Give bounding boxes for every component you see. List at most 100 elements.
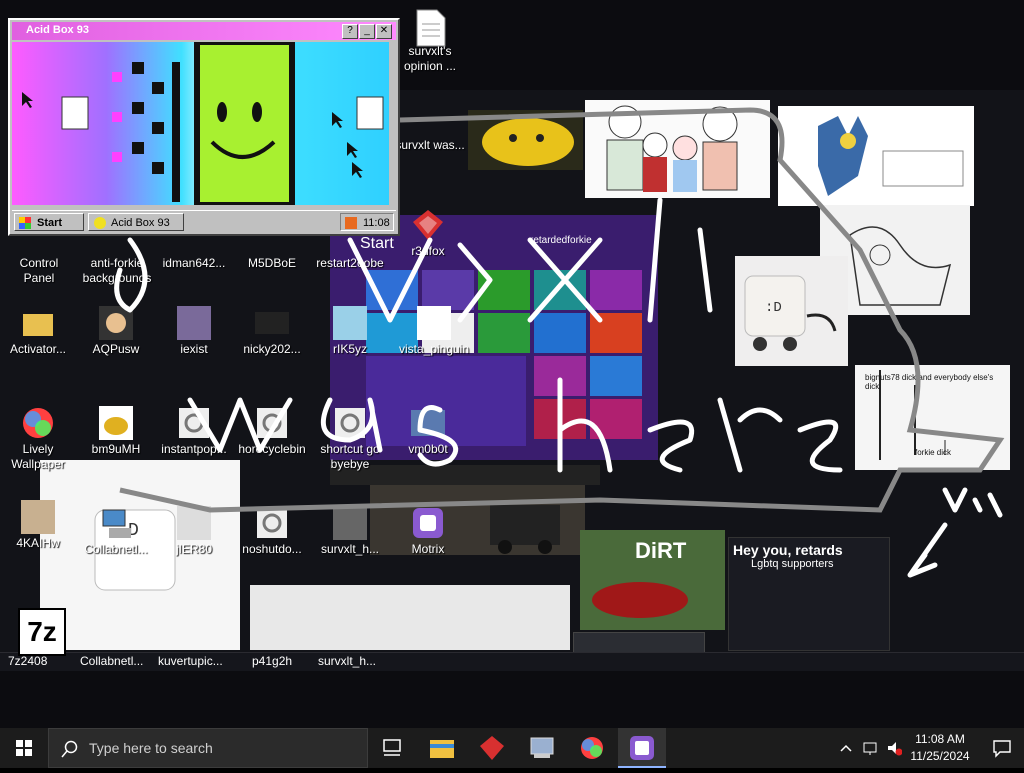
image-thumbnail-icon xyxy=(177,306,211,340)
desktop-icon-rik5yz[interactable]: rIK5yz xyxy=(312,306,388,357)
7zip-icon[interactable]: 7z xyxy=(18,608,66,656)
desktop-icon-survxlt-opinion[interactable]: survxlt's opinion ... xyxy=(392,8,468,74)
desktop-icon-motrix[interactable]: Motrix xyxy=(390,506,466,557)
taskbar-search-box[interactable]: Type here to search xyxy=(48,728,368,768)
desktop-icon-activator[interactable]: Activator... xyxy=(0,306,76,357)
desktop-icon-4kaihw[interactable]: 4KAIHw xyxy=(0,500,76,551)
notification-center-icon[interactable] xyxy=(992,738,1012,758)
desktop-icon-survxlt-h[interactable]: survxlt_h... xyxy=(312,506,388,557)
stick-caption: bignuts78 dick and everybody else's dick xyxy=(865,373,994,391)
desktop-icon-survxlt-was[interactable]: survxlt was... xyxy=(392,138,468,153)
video-thumbnail-icon xyxy=(255,306,289,340)
taskbar: Type here to search 11:08 AM 11/25/2024 xyxy=(0,728,1024,768)
embedded-task-collabnetl: Collabnetl... xyxy=(80,654,144,668)
lively-wallpaper-taskbar-button[interactable] xyxy=(568,728,616,768)
desktop-icon-restart2oobe[interactable]: restart2oobe xyxy=(312,240,388,271)
image-thumbnail-icon xyxy=(333,306,367,340)
embedded-taskbar xyxy=(0,652,1024,671)
blue-cat-image xyxy=(778,106,974,206)
start-button[interactable] xyxy=(0,728,48,768)
text-file-icon xyxy=(413,8,447,47)
rss-icon xyxy=(345,217,357,229)
gear-file-icon xyxy=(255,506,289,540)
image-thumbnail-icon xyxy=(411,406,445,440)
comic-characters-image xyxy=(585,100,770,198)
image-thumbnail-icon xyxy=(417,306,451,340)
control-panel-taskbar-button[interactable] xyxy=(518,728,566,768)
lively-wallpaper-icon xyxy=(21,406,55,440)
embedded-task-7z2408: 7z2408 xyxy=(8,654,48,668)
desktop-icon-iexist[interactable]: iexist xyxy=(156,306,232,357)
motrix-taskbar-button[interactable] xyxy=(618,728,666,768)
svg-text:DiRT: DiRT xyxy=(635,538,687,563)
desktop-icon-nicky[interactable]: nicky202... xyxy=(234,306,310,357)
desktop-icon-m5dboe[interactable]: M5DBoE xyxy=(234,240,310,271)
acid-tray-clock: 11:08 xyxy=(340,213,394,231)
hey-you-image: Hey you, retards Lgbtq supporters xyxy=(728,537,890,651)
task-view-button[interactable] xyxy=(368,728,416,768)
embedded-task-p41g2h: p41g2h xyxy=(252,654,293,668)
dirt-game-image: DiRT xyxy=(580,530,725,630)
desktop-icon-instantpop[interactable]: instantpop... xyxy=(156,406,232,457)
robot-toy-image: :D xyxy=(735,256,848,366)
svg-text::D: :D xyxy=(765,300,782,316)
desktop-icon-anti-forkie[interactable]: anti-forkie backgrounds xyxy=(78,240,156,286)
motrix-icon xyxy=(630,736,654,760)
embedded-task-kuvertupic: kuvertupic... xyxy=(158,654,223,668)
smiley-icon xyxy=(94,217,106,229)
desktop-icon-bm9umh[interactable]: bm9uMH xyxy=(78,406,154,457)
r3dfox-icon xyxy=(411,208,445,242)
desktop: :D bignuts78 dick and everybody else's d… xyxy=(0,0,1024,728)
r3dfox-icon xyxy=(480,736,504,760)
taskbar-clock[interactable]: 11:08 AM 11/25/2024 xyxy=(900,731,980,765)
desktop-icon-r3dfox[interactable]: r3dfox xyxy=(390,208,466,259)
yellow-blob-image xyxy=(468,110,583,170)
desktop-icon-horecyclebin[interactable]: horecyclebin xyxy=(234,406,310,457)
acid-box-titlebar[interactable]: Acid Box 93 ? _ ✕ xyxy=(12,22,396,40)
image-thumbnail-icon xyxy=(177,506,211,540)
acid-box-canvas[interactable] xyxy=(12,42,389,205)
desktop-icon-control-panel[interactable]: Control Panel xyxy=(0,240,78,286)
image-thumbnail-icon xyxy=(21,500,55,534)
clock-date: 11/25/2024 xyxy=(910,749,970,763)
desktop-icon-vista-pinguin[interactable]: vista_pinguin xyxy=(394,306,474,357)
image-thumbnail-icon xyxy=(99,406,133,440)
desktop-icon-collabnetl[interactable]: Collabnetl... xyxy=(78,506,154,557)
network-computer-icon xyxy=(99,506,133,540)
image-thumbnail-icon xyxy=(333,506,367,540)
collage-strip xyxy=(250,585,570,650)
gear-file-icon xyxy=(177,406,211,440)
windows-logo-icon xyxy=(19,217,31,229)
close-button[interactable]: ✕ xyxy=(376,24,392,39)
desktop-icon-jier80[interactable]: jIER80 xyxy=(156,506,232,557)
minimize-button[interactable]: _ xyxy=(359,24,375,39)
acid-start-button[interactable]: Start xyxy=(14,213,84,231)
desktop-icon-noshutdown[interactable]: noshutdo... xyxy=(234,506,310,557)
search-icon xyxy=(61,740,78,758)
desktop-icon-shortcut-go-byebye[interactable]: shortcut go byebye xyxy=(312,406,388,472)
network-icon[interactable] xyxy=(862,740,878,756)
motrix-icon xyxy=(411,506,445,540)
windows-logo-icon xyxy=(16,740,32,756)
embedded-task-survxlt: survxlt_h... xyxy=(318,654,377,668)
clock-time: 11:08 AM xyxy=(915,732,965,746)
control-panel-icon xyxy=(530,737,554,758)
acid-box-window[interactable]: Acid Box 93 ? _ ✕ Start Acid Box 93 11:0… xyxy=(8,18,400,236)
desktop-icon-lively-wallpaper[interactable]: Lively Wallpaper xyxy=(0,406,76,472)
acid-task-button[interactable]: Acid Box 93 xyxy=(88,213,184,231)
file-explorer-button[interactable] xyxy=(418,728,466,768)
folder-icon xyxy=(21,306,55,340)
file-explorer-icon xyxy=(430,740,454,758)
lively-wallpaper-icon xyxy=(581,737,603,759)
help-button[interactable]: ? xyxy=(342,24,358,39)
gear-file-icon xyxy=(255,406,289,440)
gear-file-icon xyxy=(333,406,367,440)
desktop-icon-vm0b0t[interactable]: vm0b0t xyxy=(390,406,466,457)
desktop-icon-aqpusw[interactable]: AQPusw xyxy=(78,306,154,357)
r3dfox-taskbar-button[interactable] xyxy=(468,728,516,768)
desktop-icon-idman[interactable]: idman642... xyxy=(156,240,232,271)
acid-box-taskbar: Start Acid Box 93 11:08 xyxy=(12,210,396,233)
chevron-up-icon[interactable] xyxy=(838,740,854,756)
task-view-icon xyxy=(383,739,401,756)
stick-caption-2: forkie dick xyxy=(915,448,952,457)
